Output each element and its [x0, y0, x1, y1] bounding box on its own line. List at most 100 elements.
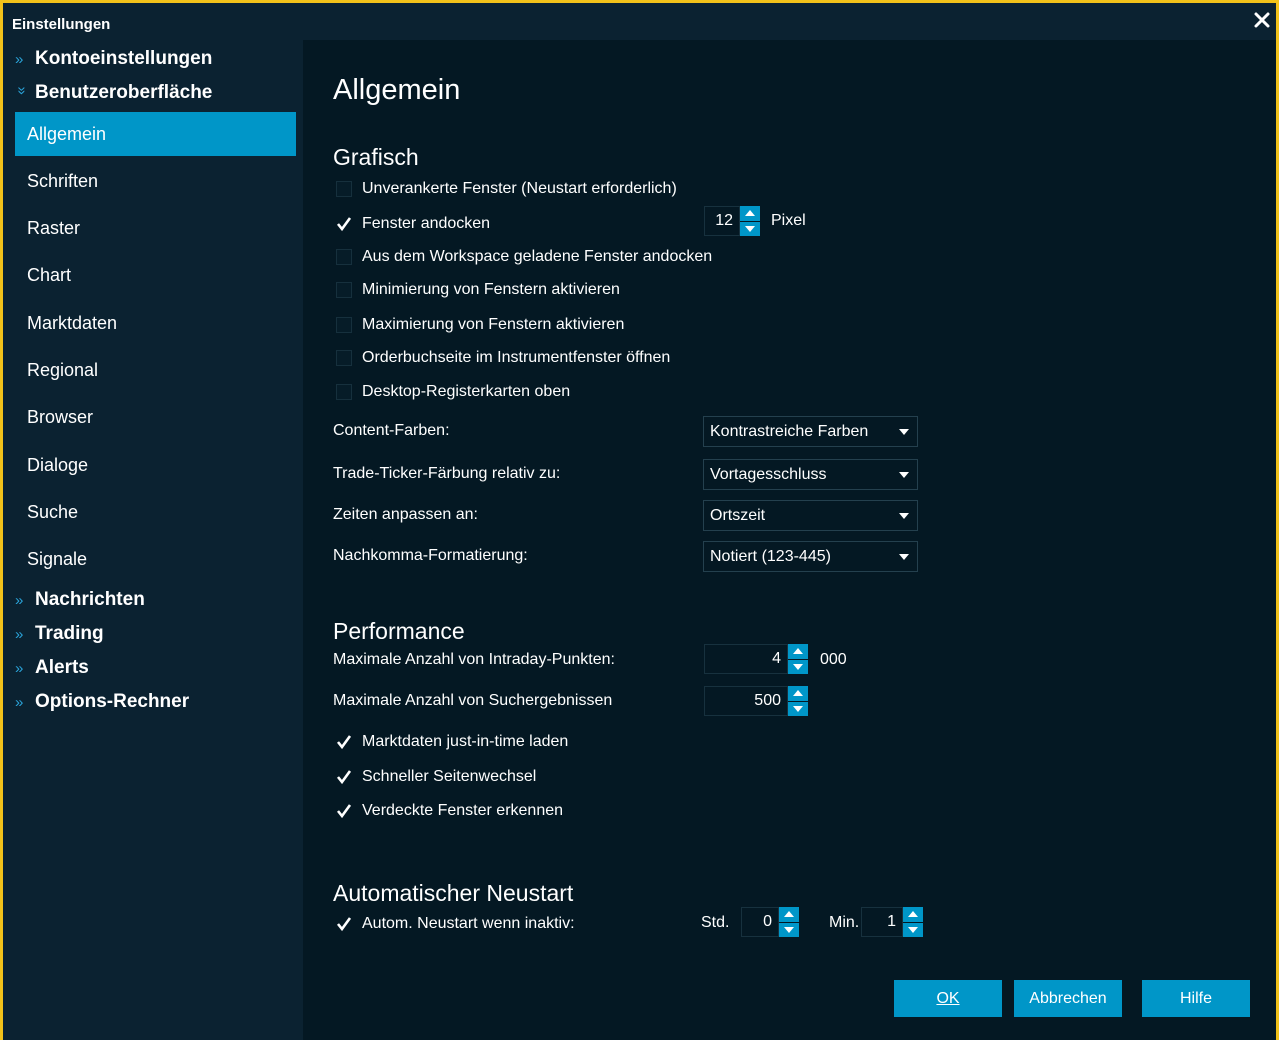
zeiten-anpassen-label: Zeiten anpassen an:: [333, 506, 478, 523]
checkbox-label: Schneller Seitenwechsel: [362, 768, 537, 785]
sidebar-group-label: Options-Rechner: [35, 691, 190, 712]
sidebar-group-label: Trading: [35, 623, 104, 644]
checkbox-minimierung[interactable]: Minimierung von Fenstern aktivieren: [336, 280, 620, 300]
spin-down-icon[interactable]: [788, 658, 808, 674]
sidebar-item-schriften[interactable]: Schriften: [15, 159, 296, 203]
hours-label: Std.: [701, 914, 730, 931]
spin-down-icon[interactable]: [788, 700, 808, 716]
sidebar-item-signale[interactable]: Signale: [15, 537, 296, 581]
sidebar-item-dialoge[interactable]: Dialoge: [15, 443, 296, 487]
title-bar: Einstellungen: [3, 3, 1276, 40]
sidebar-group-kontoeinstellungen[interactable]: » Kontoeinstellungen: [15, 44, 212, 74]
checkbox-workspace-fenster-andocken[interactable]: Aus dem Workspace geladene Fenster andoc…: [336, 247, 712, 267]
hours-stepper[interactable]: 0: [741, 907, 799, 937]
checkbox-orderbuchseite[interactable]: Orderbuchseite im Instrumentfenster öffn…: [336, 348, 670, 368]
sidebar-item-raster[interactable]: Raster: [15, 206, 296, 250]
checkbox-label: Minimierung von Fenstern aktivieren: [362, 281, 620, 298]
minutes-label: Min.: [829, 914, 860, 931]
help-button-label: Hilfe: [1179, 989, 1212, 1007]
settings-sidebar: » Kontoeinstellungen » Benutzeroberfläch…: [3, 40, 303, 1040]
chevron-right-icon: »: [15, 50, 24, 68]
sidebar-item-marktdaten[interactable]: Marktdaten: [15, 301, 296, 345]
spin-up-icon[interactable]: [779, 907, 799, 922]
intraday-points-stepper[interactable]: 4: [704, 644, 808, 674]
sidebar-item-browser[interactable]: Browser: [15, 395, 296, 439]
intraday-points-value[interactable]: 4: [704, 644, 788, 674]
sidebar-item-suche[interactable]: Suche: [15, 490, 296, 534]
spin-down-icon[interactable]: [740, 220, 760, 236]
sidebar-group-label: Kontoeinstellungen: [35, 48, 213, 69]
select-value: Kontrastreiche Farben: [710, 422, 869, 440]
checkbox-label: Unverankerte Fenster (Neustart erforderl…: [362, 180, 677, 197]
minutes-value[interactable]: 1: [861, 907, 903, 937]
spin-up-icon[interactable]: [788, 686, 808, 701]
checkbox-unverankerte-fenster[interactable]: Unverankerte Fenster (Neustart erforderl…: [336, 179, 677, 199]
dock-pixels-unit: Pixel: [771, 212, 806, 229]
checkbox-fenster-andocken[interactable]: Fenster andocken: [336, 214, 490, 234]
sidebar-group-nachrichten[interactable]: » Nachrichten: [15, 585, 145, 615]
sidebar-item-chart[interactable]: Chart: [15, 253, 296, 297]
dropdown-arrow-icon: [891, 512, 917, 519]
checkbox-box: [336, 350, 352, 366]
settings-dialog: Einstellungen » Kontoeinstellungen » Ben…: [0, 0, 1279, 1040]
spin-down-icon[interactable]: [903, 921, 923, 937]
section-heading-performance: Performance: [333, 618, 465, 644]
search-results-value[interactable]: 500: [704, 686, 788, 716]
checkbox-box: [336, 249, 352, 265]
dropdown-arrow-icon: [891, 471, 917, 478]
close-icon[interactable]: [1252, 10, 1272, 30]
checkbox-verdeckte-fenster[interactable]: Verdeckte Fenster erkennen: [336, 801, 563, 821]
select-value: Notiert (123-445): [710, 547, 831, 565]
checkbox-marktdaten-jit[interactable]: Marktdaten just-in-time laden: [336, 732, 568, 752]
spin-down-icon[interactable]: [779, 921, 799, 937]
spin-up-icon[interactable]: [903, 907, 923, 922]
sidebar-item-regional[interactable]: Regional: [15, 348, 296, 392]
sidebar-group-benutzeroberflaeche[interactable]: » Benutzeroberfläche: [13, 78, 213, 108]
ok-button-label: OK: [936, 989, 960, 1007]
ok-button[interactable]: OK: [894, 980, 1002, 1017]
spin-up-icon[interactable]: [740, 206, 760, 221]
minutes-stepper[interactable]: 1: [861, 907, 923, 937]
checkbox-box: [336, 384, 352, 400]
checkmark-icon: [336, 734, 352, 750]
hours-value[interactable]: 0: [741, 907, 779, 937]
chevron-right-icon: »: [15, 693, 24, 711]
dock-pixels-value[interactable]: 12: [704, 206, 740, 236]
sidebar-item-allgemein[interactable]: Allgemein: [15, 112, 296, 156]
cancel-button-label: Abbrechen: [1029, 989, 1107, 1007]
checkbox-desktop-registerkarten[interactable]: Desktop-Registerkarten oben: [336, 382, 570, 402]
checkbox-schneller-seitenwechsel[interactable]: Schneller Seitenwechsel: [336, 767, 536, 787]
checkbox-box: [336, 317, 352, 333]
dropdown-arrow-icon: [891, 553, 917, 560]
checkbox-label: Autom. Neustart wenn inaktiv:: [362, 915, 575, 932]
cancel-button[interactable]: Abbrechen: [1014, 980, 1122, 1017]
nachkomma-select[interactable]: Notiert (123-445): [703, 541, 918, 572]
zeiten-anpassen-select[interactable]: Ortszeit: [703, 500, 918, 531]
sidebar-group-label: Alerts: [35, 657, 89, 678]
spin-up-icon[interactable]: [788, 644, 808, 659]
sidebar-group-alerts[interactable]: » Alerts: [15, 653, 89, 683]
sidebar-group-options-rechner[interactable]: » Options-Rechner: [15, 687, 189, 717]
checkmark-icon: [336, 216, 352, 232]
section-heading-grafisch: Grafisch: [333, 144, 419, 170]
checkbox-label: Desktop-Registerkarten oben: [362, 383, 571, 400]
content-farben-label: Content-Farben:: [333, 422, 450, 439]
checkmark-icon: [336, 803, 352, 819]
sidebar-group-trading[interactable]: » Trading: [15, 619, 104, 649]
intraday-points-unit: 000: [820, 651, 847, 668]
content-farben-select[interactable]: Kontrastreiche Farben: [703, 416, 918, 447]
dock-pixels-stepper[interactable]: 12: [704, 206, 760, 236]
trade-ticker-select[interactable]: Vortagesschluss: [703, 459, 918, 490]
sidebar-group-label: Nachrichten: [35, 589, 145, 610]
intraday-points-label: Maximale Anzahl von Intraday-Punkten:: [333, 651, 615, 668]
chevron-right-icon: »: [15, 625, 24, 643]
chevron-down-icon: »: [13, 86, 31, 95]
section-heading-automatischer-neustart: Automatischer Neustart: [333, 880, 574, 906]
checkbox-box: [336, 181, 352, 197]
checkbox-maximierung[interactable]: Maximierung von Fenstern aktivieren: [336, 315, 624, 335]
help-button[interactable]: Hilfe: [1142, 980, 1250, 1017]
chevron-right-icon: »: [15, 659, 24, 677]
checkbox-autom-neustart[interactable]: Autom. Neustart wenn inaktiv:: [336, 914, 575, 934]
search-results-label: Maximale Anzahl von Suchergebnissen: [333, 692, 613, 709]
search-results-stepper[interactable]: 500: [704, 686, 808, 716]
